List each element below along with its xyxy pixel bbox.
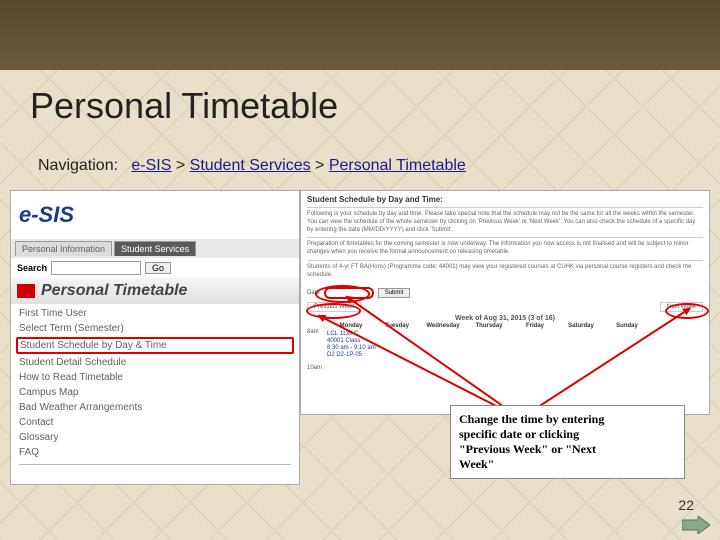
- menu-divider: [19, 464, 291, 465]
- tab-bar: Personal Information Student Services: [11, 239, 299, 258]
- schedule-note-3: Students of 4-yr FT BA(Hons) (Programme …: [307, 260, 703, 283]
- menu-bad-weather[interactable]: Bad Weather Arrangements: [19, 400, 291, 415]
- callout-line: Change the time by entering: [459, 412, 604, 426]
- cell-line: 8:30 am - 9:10 am: [327, 345, 376, 352]
- slide-title: Personal Timetable: [30, 85, 338, 127]
- nav-sep: >: [311, 157, 329, 174]
- day-headers: Monday Tuesday Wednesday Thursday Friday…: [307, 323, 703, 329]
- search-label: Search: [17, 263, 47, 273]
- go-button[interactable]: Go: [145, 262, 171, 274]
- esis-logo: e-SIS: [19, 202, 74, 228]
- day-sat: Saturday: [559, 323, 603, 329]
- week-label: Week of Aug 31, 2015 (3 of 16): [307, 315, 703, 322]
- submit-button[interactable]: Submit: [378, 288, 411, 298]
- day-wed: Wednesday: [421, 323, 465, 329]
- nav-sep: >: [171, 157, 189, 174]
- search-row: Search Go: [11, 258, 299, 278]
- menu-select-term[interactable]: Select Term (Semester): [19, 321, 291, 336]
- advance-arrow-icon[interactable]: [682, 516, 710, 534]
- nav-label: Navigation:: [38, 157, 118, 174]
- timetable-icon: [17, 284, 35, 298]
- navigation-line: Navigation: e-SIS > Student Services > P…: [38, 157, 466, 175]
- top-band: [0, 0, 720, 70]
- highlight-prev-week: [306, 303, 361, 319]
- day-tue: Tuesday: [375, 323, 419, 329]
- cell-line: D2 D2-1P-05: [327, 352, 376, 359]
- menu-student-detail-schedule[interactable]: Student Detail Schedule: [19, 355, 291, 370]
- sidebar-menu: First Time User Select Term (Semester) S…: [11, 304, 299, 471]
- page-number: 22: [678, 497, 694, 513]
- schedule-note-1: Following is your schedule by day and ti…: [307, 207, 703, 237]
- menu-faq[interactable]: FAQ: [19, 445, 291, 460]
- callout-line: "Previous Week" or "Next: [459, 442, 596, 456]
- slide: Personal Timetable Navigation: e-SIS > S…: [0, 0, 720, 540]
- highlight-date-input: [315, 285, 370, 303]
- nav-link-personal-timetable[interactable]: Personal Timetable: [329, 157, 466, 174]
- menu-how-to-read[interactable]: How to Read Timetable: [19, 370, 291, 385]
- menu-contact[interactable]: Contact: [19, 415, 291, 430]
- callout-box: Change the time by entering specific dat…: [450, 405, 685, 479]
- nav-link-student-services[interactable]: Student Services: [190, 157, 311, 174]
- hour-8am: 8am: [307, 329, 327, 360]
- callout-line: specific date or clicking: [459, 427, 579, 441]
- day-thu: Thursday: [467, 323, 511, 329]
- schedule-note-2: Preparation of timetables for the coming…: [307, 237, 703, 260]
- day-sun: Sunday: [605, 323, 649, 329]
- menu-glossary[interactable]: Glossary: [19, 430, 291, 445]
- day-fri: Friday: [513, 323, 557, 329]
- left-panel: e-SIS Personal Information Student Servi…: [10, 190, 300, 485]
- hour-10am: 10am: [307, 365, 703, 371]
- right-panel: Student Schedule by Day and Time: Follow…: [300, 190, 710, 415]
- callout-line: Week": [459, 457, 494, 471]
- menu-student-schedule-day-time[interactable]: Student Schedule by Day & Time: [16, 337, 294, 354]
- menu-campus-map[interactable]: Campus Map: [19, 385, 291, 400]
- search-input[interactable]: [51, 261, 141, 275]
- schedule-title: Student Schedule by Day and Time:: [307, 195, 703, 204]
- nav-link-esis[interactable]: e-SIS: [131, 157, 171, 174]
- tab-personal-information[interactable]: Personal Information: [15, 241, 112, 256]
- personal-timetable-heading: Personal Timetable: [41, 282, 187, 300]
- menu-first-time-user[interactable]: First Time User: [19, 306, 291, 321]
- tab-student-services[interactable]: Student Services: [114, 241, 196, 256]
- personal-timetable-header: Personal Timetable: [11, 278, 299, 304]
- schedule-cell[interactable]: LCL 1139 C 40001 Class 8:30 am - 9:10 am…: [327, 331, 376, 360]
- logo-area: e-SIS: [11, 191, 299, 239]
